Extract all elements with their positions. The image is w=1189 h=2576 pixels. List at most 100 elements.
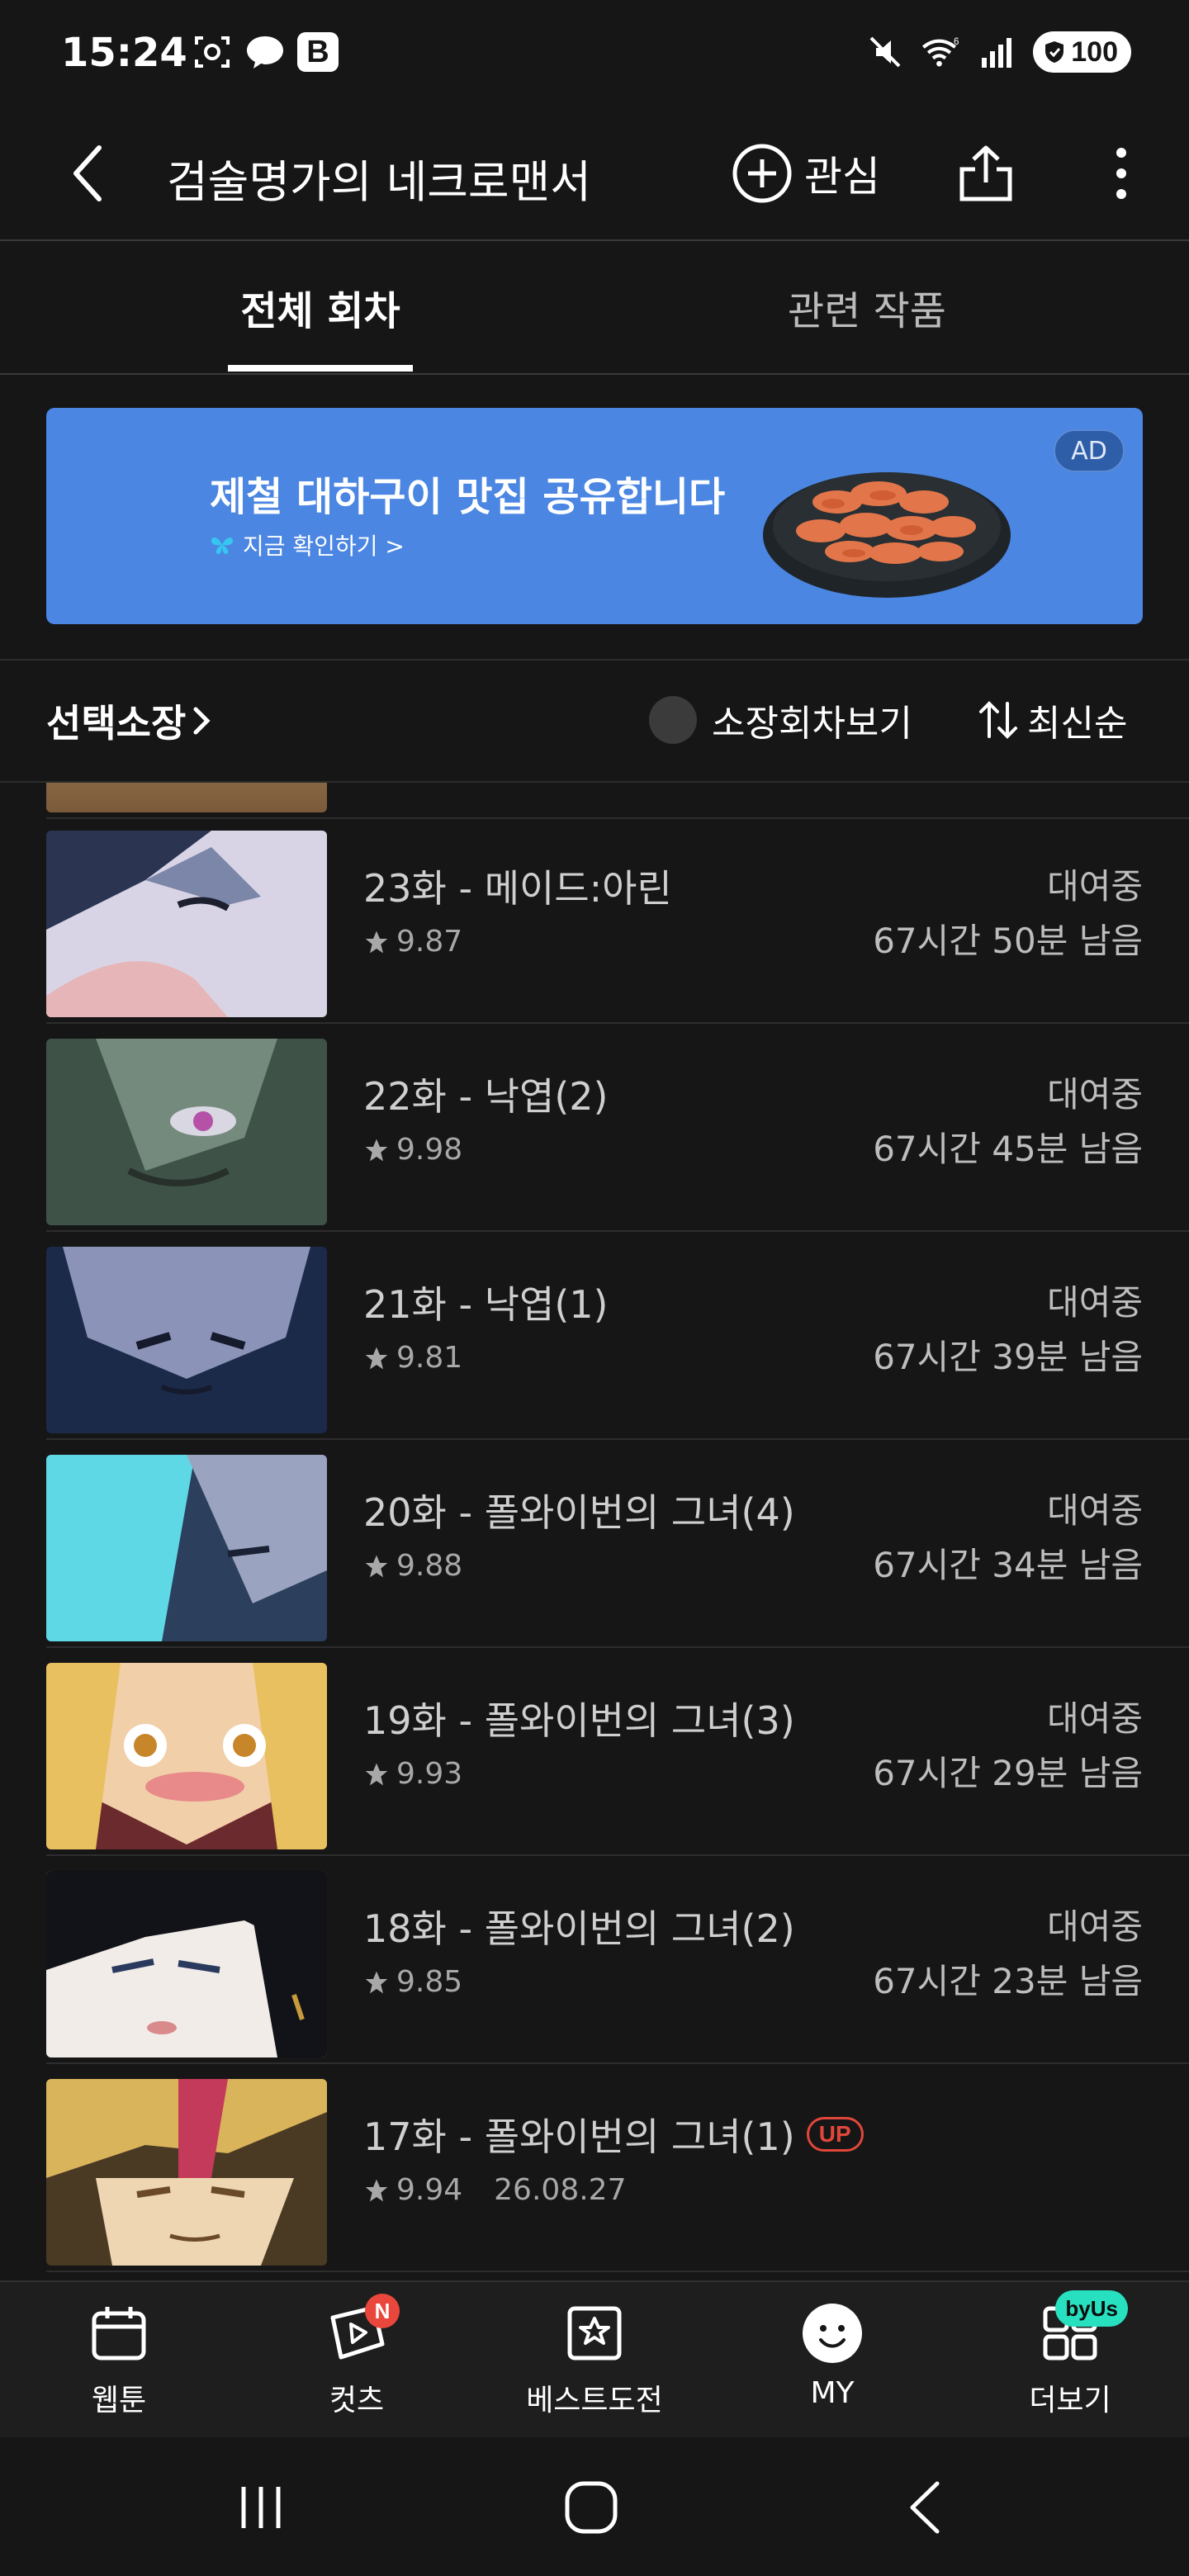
recent-apps-icon	[241, 2487, 281, 2528]
select-purchase-button[interactable]: 선택소장	[46, 694, 212, 748]
signal-icon	[977, 31, 1018, 73]
back-icon	[910, 2481, 940, 2534]
back-button[interactable]	[54, 140, 121, 206]
episode-rating: 9.93	[363, 1757, 462, 1791]
recent-apps-button[interactable]	[220, 2470, 302, 2545]
ad-cta-label: 지금 확인하기 >	[243, 533, 405, 560]
episode-thumbnail	[46, 1247, 327, 1433]
episode-title: 21화 - 낙엽(1)	[363, 1282, 609, 1327]
nav-webtoon[interactable]: 웹툰	[36, 2300, 201, 2432]
rental-remaining: 67시간 34분 남음	[873, 1545, 1143, 1585]
byus-badge: byUs	[1055, 2290, 1128, 2327]
shield-icon	[1045, 41, 1064, 63]
row-divider	[46, 1022, 1189, 1024]
row-divider	[46, 1230, 1189, 1232]
rental-remaining: 67시간 45분 남음	[873, 1129, 1143, 1169]
episode-row[interactable]: 20화 - 폴와이번의 그녀(4) 9.88 대여중 67시간 34분 남음	[0, 1442, 1189, 1648]
episode-row[interactable]: 17화 - 폴와이번의 그녀(1) UP 9.94 26.08.27	[0, 2066, 1189, 2272]
smiley-icon	[799, 2300, 865, 2366]
episode-thumbnail	[46, 1039, 327, 1225]
star-icon	[365, 1763, 388, 1785]
nav-my-label: MY	[810, 2376, 855, 2410]
share-icon	[959, 145, 1012, 201]
rating-value: 9.94	[396, 2173, 463, 2207]
episode-row[interactable]: 22화 - 낙엽(2) 9.98 대여중 67시간 45분 남음	[0, 1025, 1189, 1232]
rating-value: 9.93	[396, 1757, 463, 1791]
status-bar: 15:24 B 6 100	[0, 0, 1189, 107]
episode-rating: 9.81	[363, 1341, 462, 1375]
page-title: 검술명가의 네크로맨서	[167, 156, 591, 208]
episode-row-partial[interactable]	[0, 783, 1189, 819]
select-purchase-label: 선택소장	[46, 701, 187, 746]
home-button[interactable]	[550, 2470, 632, 2545]
star-icon	[365, 1971, 388, 1993]
app-header: 검술명가의 네크로맨서 관심	[0, 107, 1189, 239]
episode-title: 19화 - 폴와이번의 그녀(3)	[363, 1698, 795, 1743]
nav-cuts-label: 컷츠	[329, 2384, 385, 2417]
rental-remaining: 67시간 39분 남음	[873, 1337, 1143, 1377]
share-button[interactable]	[953, 140, 1019, 206]
owned-episodes-label: 소장회차보기	[712, 703, 912, 745]
rating-value: 9.85	[396, 1965, 463, 1999]
episode-rating: 9.88	[363, 1549, 462, 1583]
rental-remaining: 67시간 23분 남음	[873, 1961, 1143, 2001]
episode-rating: 9.85	[363, 1965, 462, 1999]
episode-rating: 9.98	[363, 1133, 462, 1167]
episode-rating: 9.87	[363, 925, 462, 959]
mute-icon	[865, 31, 906, 73]
star-icon	[365, 1139, 388, 1161]
wifi-icon: 6	[921, 31, 962, 73]
episode-row[interactable]: 23화 - 메이드:아린 9.87 대여중 67시간 50분 남음	[0, 817, 1189, 1024]
nav-best-challenge-label: 베스트도전	[526, 2384, 663, 2417]
tab-related-works[interactable]: 관련 작품	[743, 241, 991, 373]
ad-headline: 제철 대하구이 맛집 공유합니다	[210, 474, 726, 520]
system-navigation	[0, 2437, 1189, 2576]
calendar-icon	[86, 2300, 152, 2366]
sort-button[interactable]: 최신순	[976, 694, 1127, 746]
status-icons-right: 6 100	[865, 31, 1131, 73]
toggle-radio[interactable]	[649, 696, 697, 744]
episode-row[interactable]: 19화 - 폴와이번의 그녀(3) 9.93 대여중 67시간 29분 남음	[0, 1650, 1189, 1856]
filter-row: 선택소장 소장회차보기 최신순	[0, 661, 1189, 783]
play-tag-icon: N	[324, 2294, 400, 2366]
episode-row[interactable]: 18화 - 폴와이번의 그녀(2) 9.85 대여중 67시간 23분 남음	[0, 1858, 1189, 2064]
rental-status: 대여중	[1047, 1698, 1143, 1739]
star-icon	[365, 930, 388, 953]
row-divider	[46, 2271, 1189, 2272]
ad-banner[interactable]: 제철 대하구이 맛집 공유합니다 지금 확인하기 > AD	[46, 408, 1143, 624]
episode-row[interactable]: 21화 - 낙엽(1) 9.81 대여중 67시간 39분 남음	[0, 1234, 1189, 1440]
butterfly-icon	[211, 537, 233, 555]
episode-title-text: 17화 - 폴와이번의 그녀(1)	[363, 2114, 795, 2159]
episode-date: 26.08.27	[494, 2173, 627, 2207]
row-divider	[46, 1854, 1189, 1856]
more-options-button[interactable]	[1088, 140, 1154, 206]
row-divider	[46, 1646, 1189, 1648]
episode-tabs: 전체 회차 관련 작품	[0, 241, 1189, 373]
episode-title: 17화 - 폴와이번의 그녀(1) UP	[363, 2107, 864, 2162]
episode-thumbnail	[46, 2079, 327, 2266]
shrimp-dish-image	[763, 472, 1011, 598]
rating-value: 9.81	[396, 1341, 463, 1375]
nav-more-label: 더보기	[1029, 2384, 1111, 2417]
rental-status: 대여중	[1047, 1074, 1143, 1115]
rental-remaining: 67시간 50분 남음	[873, 921, 1143, 961]
nav-cuts[interactable]: N 컷츠	[274, 2294, 439, 2432]
owned-episodes-toggle[interactable]: 소장회차보기	[649, 694, 912, 746]
rental-status: 대여중	[1047, 1490, 1143, 1531]
ad-cta: 지금 확인하기 >	[210, 528, 405, 561]
star-icon	[365, 1555, 388, 1577]
nav-webtoon-label: 웹툰	[91, 2384, 147, 2417]
nav-best-challenge[interactable]: 베스트도전	[512, 2300, 677, 2432]
nav-my[interactable]: MY	[750, 2300, 915, 2432]
system-back-button[interactable]	[883, 2470, 966, 2545]
episode-title: 23화 - 메이드:아린	[363, 866, 672, 911]
battery-indicator: 100	[1033, 31, 1131, 73]
bottom-navigation: 웹툰 N 컷츠 베스트도전 MY byUs 더보기	[0, 2280, 1189, 2437]
status-icons-left: B	[192, 31, 339, 73]
tab-all-episodes[interactable]: 전체 회차	[228, 241, 413, 373]
favorite-label: 관심	[804, 153, 880, 201]
rental-status: 대여중	[1047, 1282, 1143, 1323]
nav-more[interactable]: byUs 더보기	[988, 2290, 1153, 2432]
rental-remaining: 67시간 29분 남음	[873, 1753, 1143, 1793]
favorite-button[interactable]: 관심	[732, 139, 880, 208]
